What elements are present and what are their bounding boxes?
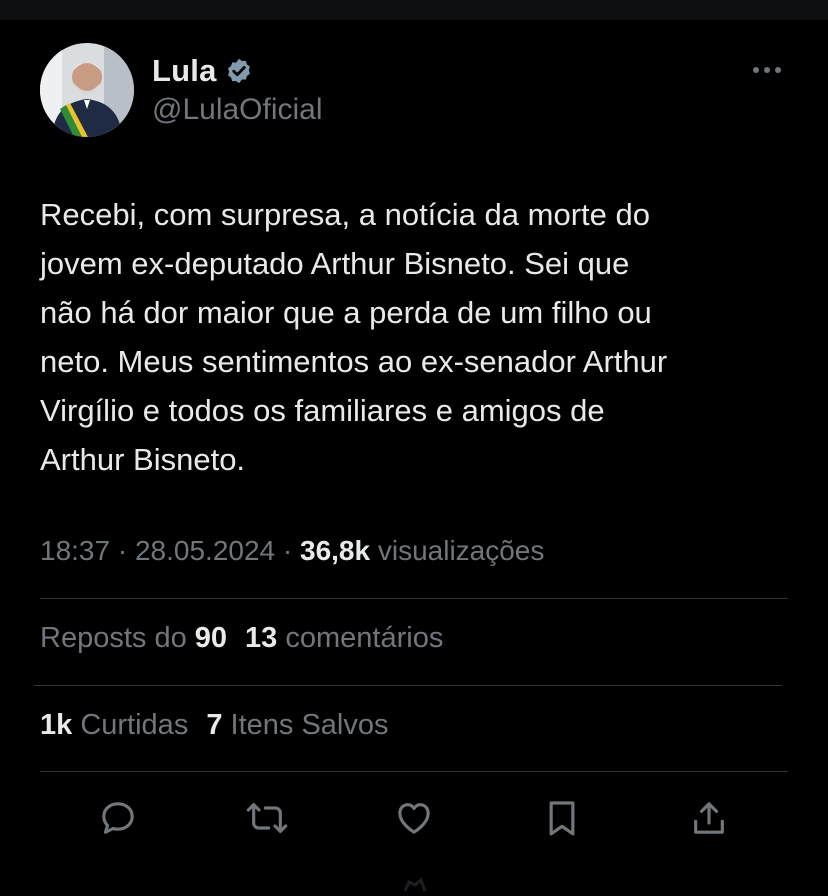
share-icon[interactable] [681, 790, 737, 846]
comments-label: comentários [285, 622, 444, 654]
partial-next-item-icon [395, 876, 435, 892]
tweet-text: Recebi, com surpresa, a notícia da morte… [40, 197, 668, 477]
divider [34, 685, 782, 686]
stats-row-reposts: Reposts do 90 13 comentários [40, 622, 443, 655]
likes-count: 1k [40, 709, 73, 741]
likes-stat[interactable]: 1k Curtidas [40, 709, 188, 742]
like-icon[interactable] [386, 790, 442, 846]
meta-separator: · [117, 535, 128, 566]
stats-row-likes: 1k Curtidas 7 Itens Salvos [40, 709, 389, 742]
views-label: visualizações [377, 535, 545, 566]
action-bar [40, 790, 790, 846]
saves-count: 7 [206, 709, 223, 741]
status-bar-strip [0, 0, 828, 20]
meta-separator: · [282, 535, 293, 566]
reposts-stat[interactable]: Reposts do 90 [40, 622, 227, 655]
reposts-label: Reposts do [40, 622, 187, 654]
divider [40, 771, 788, 772]
author-handle[interactable]: @LulaOficial [152, 93, 323, 127]
tweet-date[interactable]: 28.05.2024 [135, 535, 275, 566]
divider [40, 598, 788, 599]
comments-stat[interactable]: 13 comentários [245, 622, 443, 655]
more-options-icon[interactable] [750, 55, 784, 85]
tweet-header: Lula @LulaOficial [40, 43, 790, 139]
saves-label: Itens Salvos [230, 709, 389, 741]
repost-icon[interactable] [239, 790, 295, 846]
tweet-meta: 18:37 · 28.05.2024 · 36,8k visualizações [40, 535, 544, 567]
reply-icon[interactable] [90, 790, 146, 846]
verified-badge-icon [225, 57, 253, 85]
author-name[interactable]: Lula [152, 53, 217, 89]
saves-stat[interactable]: 7 Itens Salvos [206, 709, 388, 742]
avatar[interactable] [40, 43, 134, 137]
tweet-time[interactable]: 18:37 [40, 535, 110, 566]
reposts-count: 90 [194, 622, 228, 654]
views-count: 36,8k [300, 535, 371, 566]
bookmark-icon[interactable] [534, 790, 590, 846]
comments-count: 13 [245, 622, 278, 654]
likes-label: Curtidas [80, 709, 189, 741]
